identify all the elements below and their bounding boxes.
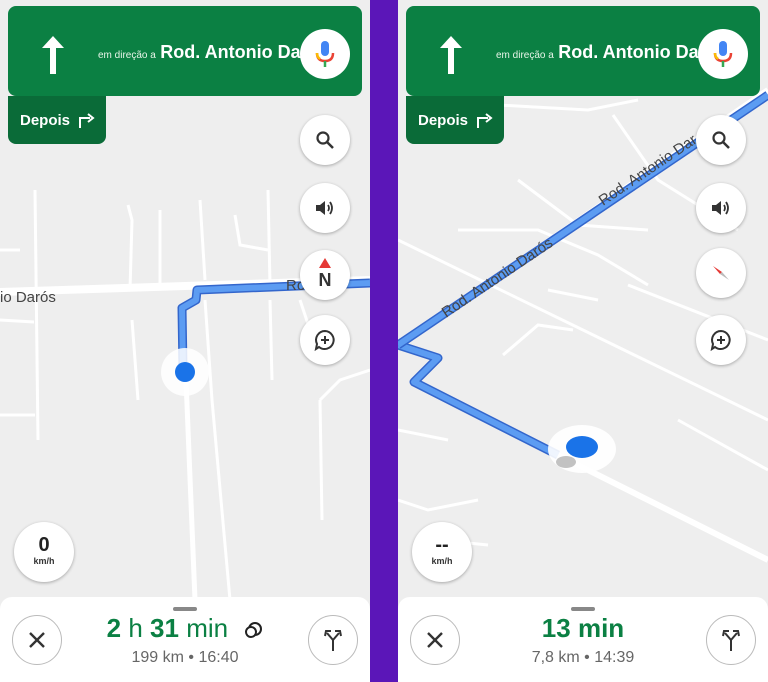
trip-summary-sheet[interactable]: 2 h 31 min 199 km • 16:40 [0,597,370,682]
voice-search-button[interactable] [698,29,748,79]
speaker-icon [712,201,729,215]
eta-hours-unit: h [128,613,143,643]
compass-needle-icon [713,266,729,280]
direction-prefix: em direção a [496,50,554,61]
speedometer: 0 km/h [14,522,74,582]
search-icon [712,131,730,149]
eta-minutes-unit: min [577,613,625,643]
instruction-text: em direção a Rod. Antonio Darós [98,42,329,63]
speedometer: -- km/h [412,522,472,582]
navigation-screen-right: Rod. Antonio Darós Rod. Antonio Dar em d… [398,0,768,682]
exit-navigation-button[interactable] [410,615,460,665]
search-icon [316,131,334,149]
speed-unit: km/h [33,556,55,566]
eta-minutes-unit: min [186,613,229,643]
next-step-bar[interactable]: Depois [8,96,106,144]
search-button[interactable] [300,115,350,165]
compass-button[interactable] [696,248,746,298]
eta-duration: 2 h 31 min [60,613,310,644]
sound-button[interactable] [300,183,350,233]
trip-separator: • [188,649,195,666]
trip-summary-sheet[interactable]: 13 min 7,8 km • 14:39 [398,597,768,682]
add-report-button[interactable] [300,315,350,365]
route-fork-icon [722,630,740,651]
trip-details: 199 km • 16:40 [60,649,310,667]
screenshot-pair: io Darós Rod. on em direção a Rod. Anton… [0,0,768,682]
next-step-label: Depois [20,111,71,129]
voice-search-button[interactable] [300,29,350,79]
exit-navigation-button[interactable] [12,615,62,665]
eta-duration: 13 min [458,613,708,644]
sound-button[interactable] [696,183,746,233]
turn-right-icon [79,113,95,128]
next-step-label: Depois [418,111,469,129]
speed-value: -- [435,534,449,556]
straight-arrow-icon [440,36,462,74]
location-puck [566,436,598,458]
microphone-icon [315,41,335,67]
next-step-bar[interactable]: Depois [406,96,504,144]
speed-unit: km/h [431,556,453,566]
fuel-efficient-route-icon [245,622,263,639]
route-fork-icon [324,630,342,651]
navigation-screen-left: io Darós Rod. on em direção a Rod. Anton… [0,0,370,682]
navigation-header[interactable]: em direção a Rod. Antonio Darós [406,6,760,96]
navigation-header[interactable]: em direção a Rod. Antonio Darós [8,6,362,96]
compass-button[interactable]: N [300,250,350,300]
close-icon [29,632,45,648]
microphone-icon [713,41,733,67]
alternate-routes-button[interactable] [706,615,756,665]
instruction-text: em direção a Rod. Antonio Darós [496,42,727,63]
direction-prefix: em direção a [98,50,156,61]
sheet-handle[interactable] [173,607,197,611]
screen-divider [370,0,398,682]
trip-distance: 199 km [131,649,184,666]
search-button[interactable] [696,115,746,165]
trip-separator: • [584,649,590,666]
sheet-handle[interactable] [571,607,595,611]
trip-distance: 7,8 km [531,649,580,666]
chat-plus-icon [314,329,335,352]
location-puck [175,362,195,382]
eta-minutes: 31 [150,613,179,643]
location-shadow [556,456,576,468]
eta-minutes: 13 [541,613,571,643]
alternate-routes-button[interactable] [308,615,358,665]
chat-plus-icon [710,329,731,352]
eta-hours: 2 [106,613,122,643]
speaker-icon [316,201,333,215]
turn-right-icon [477,113,493,128]
straight-arrow-icon [42,36,64,74]
add-report-button[interactable] [696,315,746,365]
compass-needle-icon [319,258,331,268]
speed-value: 0 [38,534,50,556]
arrival-time: 16:40 [198,649,239,666]
road-label-left: io Darós [0,289,56,306]
close-icon [427,632,443,648]
arrival-time: 14:39 [594,649,635,666]
compass-north-label: N [318,269,332,290]
trip-details: 7,8 km • 14:39 [458,649,708,667]
